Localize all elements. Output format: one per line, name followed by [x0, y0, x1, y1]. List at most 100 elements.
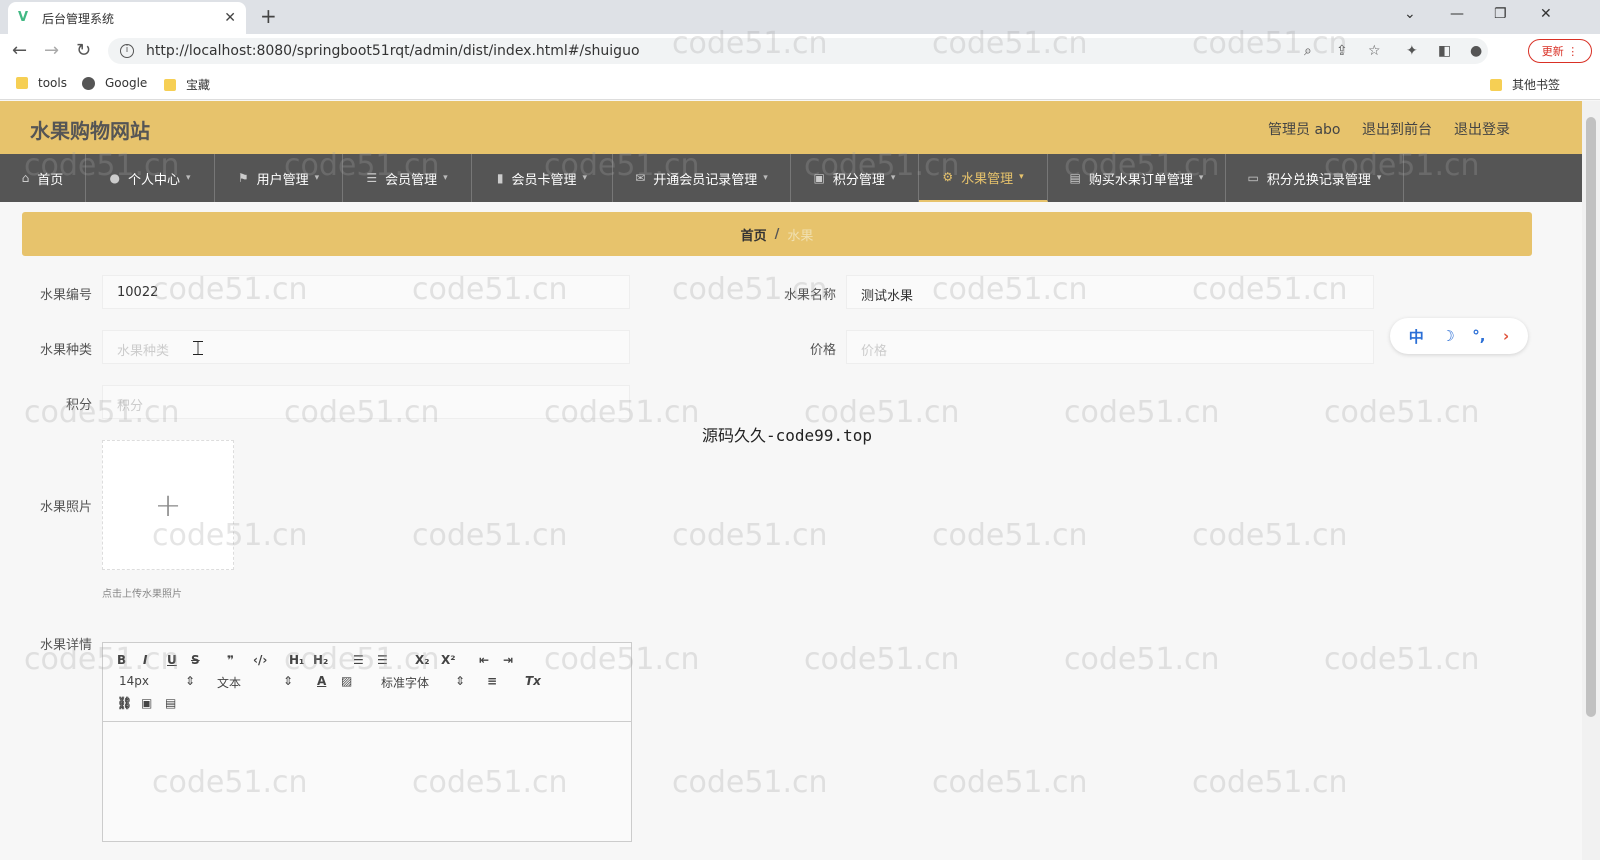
update-button[interactable]: 更新 ⋮ — [1528, 39, 1592, 63]
font-family-select[interactable]: 标准字体 — [381, 674, 429, 691]
chevron-down-icon: ▾ — [763, 173, 768, 183]
card-icon: ▭ — [1247, 171, 1259, 185]
bookmark-tools[interactable]: tools — [16, 76, 67, 90]
italic-icon[interactable]: I — [143, 653, 147, 667]
fruit-name-input[interactable]: 测试水果 — [846, 275, 1374, 309]
points-input[interactable]: 积分 — [102, 385, 630, 419]
gear-icon: ⚙ — [942, 170, 954, 184]
menu-points-exchange[interactable]: ▭ 积分兑换记录管理 ▾ — [1226, 154, 1404, 202]
globe-icon — [82, 76, 95, 90]
watermark: code51.cn — [672, 518, 828, 553]
menu-member-management[interactable]: ☰ 会员管理 ▾ — [343, 154, 472, 202]
bar-chart-icon: ▮ — [496, 171, 504, 185]
bold-icon[interactable]: B — [117, 653, 126, 667]
select-arrows-icon: ⇕ — [185, 674, 196, 688]
editor-content[interactable] — [103, 722, 631, 841]
fruit-code-input[interactable]: 10022 — [102, 275, 630, 309]
bookmark-star-icon[interactable]: ☆ — [1368, 43, 1381, 59]
clear-format-icon[interactable]: Tx — [525, 674, 541, 688]
points-label: 积分 — [65, 398, 92, 413]
forward-icon[interactable]: → — [44, 40, 59, 61]
reload-icon[interactable]: ↻ — [76, 40, 91, 61]
exit-to-front-link[interactable]: 退出到前台 — [1362, 119, 1432, 139]
chevron-down-icon: ▾ — [890, 173, 896, 183]
outdent-icon[interactable]: ⇤ — [479, 653, 489, 667]
menu-member-card-management[interactable]: ▮ 会员卡管理 ▾ — [472, 154, 613, 202]
chinese-mode-icon[interactable]: 中 — [1409, 326, 1424, 347]
folder-icon — [164, 78, 176, 91]
new-tab-button[interactable]: + — [260, 4, 277, 28]
fruit-type-input[interactable]: 水果种类 — [102, 330, 630, 364]
watermark: code51.cn — [1324, 395, 1480, 430]
extensions-icon[interactable]: ✦ — [1406, 43, 1418, 59]
photo-upload-button[interactable]: + — [102, 440, 234, 570]
video-icon[interactable]: ▤ — [165, 696, 176, 710]
align-icon[interactable]: ≡ — [487, 674, 497, 688]
chevron-down-icon: ▾ — [314, 173, 320, 183]
site-info-icon[interactable]: i — [120, 44, 134, 58]
text-style-select[interactable]: 文本 — [217, 674, 241, 691]
watermark: code51.cn — [1192, 518, 1348, 553]
back-icon[interactable]: ← — [12, 40, 27, 61]
header2-icon[interactable]: H₂ — [313, 653, 328, 667]
font-size-select[interactable]: 14px — [119, 674, 149, 688]
punctuation-icon[interactable]: °, — [1472, 327, 1485, 345]
superscript-icon[interactable]: X² — [441, 653, 456, 667]
image-icon[interactable]: ▣ — [141, 696, 152, 710]
menu-membership-records[interactable]: ✉ 开通会员记录管理 ▾ — [613, 154, 791, 202]
zoom-icon[interactable]: ⌕ — [1304, 43, 1312, 59]
window-close-icon[interactable]: ✕ — [1540, 6, 1552, 22]
menu-points-management[interactable]: ▣ 积分管理 ▾ — [791, 154, 919, 202]
menu-home[interactable]: ⌂ 首页 — [0, 154, 86, 202]
tab-search-icon[interactable]: ⌄ — [1404, 6, 1416, 22]
page-scrollbar[interactable] — [1582, 101, 1600, 860]
source-watermark: 源码久久-code99.top — [702, 426, 872, 445]
code-icon[interactable]: ‹/› — [253, 653, 267, 667]
minimize-icon[interactable]: — — [1450, 6, 1464, 22]
upload-tip: 点击上传水果照片 — [102, 589, 182, 600]
watermark: code51.cn — [412, 518, 568, 553]
url-field[interactable]: i http://localhost:8080/springboot51rqt/… — [108, 38, 1488, 64]
breadcrumb-home[interactable]: 首页 — [741, 225, 767, 244]
link-icon[interactable]: ⛓ — [117, 696, 132, 710]
bookmark-google[interactable]: Google — [82, 76, 147, 90]
profile-icon[interactable]: ● — [1470, 43, 1482, 59]
price-label: 价格 — [809, 343, 836, 358]
scrollbar-thumb[interactable] — [1586, 117, 1596, 717]
ordered-list-icon[interactable]: ☰ — [353, 653, 364, 667]
watermark: code51.cn — [1192, 765, 1348, 800]
share-icon[interactable]: ⇪ — [1336, 43, 1348, 59]
fruit-photo-label: 水果照片 — [39, 500, 92, 515]
quote-icon[interactable]: ❞ — [227, 653, 234, 667]
strike-icon[interactable]: S — [191, 653, 200, 667]
menu-user-management[interactable]: ⚑ 用户管理 ▾ — [215, 154, 343, 202]
bullet-list-icon[interactable]: ☰ — [377, 653, 388, 667]
close-tab-icon[interactable]: ✕ — [224, 10, 236, 26]
chevron-right-icon[interactable]: › — [1503, 327, 1509, 345]
indent-icon[interactable]: ⇥ — [503, 653, 513, 667]
select-arrows-icon: ⇕ — [455, 674, 466, 688]
header1-icon[interactable]: H₁ — [289, 653, 304, 667]
underline-icon[interactable]: U — [167, 653, 177, 667]
font-color-icon[interactable]: A — [317, 674, 326, 688]
ime-toolbar[interactable]: 中 ☽ °, › — [1390, 318, 1528, 354]
background-color-icon[interactable]: ▨ — [341, 674, 352, 688]
bookmark-treasure[interactable]: 宝藏 — [164, 76, 210, 93]
app-header: 水果购物网站 管理员 abo 退出到前台 退出登录 — [0, 101, 1582, 154]
watermark: code51.cn — [932, 518, 1088, 553]
side-panel-icon[interactable]: ◧ — [1438, 43, 1451, 59]
menu-fruit-orders[interactable]: ▤ 购买水果订单管理 ▾ — [1048, 154, 1226, 202]
browser-tab[interactable]: V 后台管理系统 ✕ — [8, 2, 246, 34]
moon-icon[interactable]: ☽ — [1441, 327, 1454, 345]
subscript-icon[interactable]: X₂ — [415, 653, 430, 667]
brand-title: 水果购物网站 — [30, 119, 150, 143]
logout-link[interactable]: 退出登录 — [1454, 119, 1510, 139]
menu-fruit-management[interactable]: ⚙ 水果管理 ▾ — [919, 154, 1048, 202]
bookmark-other[interactable]: 其他书签 — [1490, 76, 1560, 93]
plus-icon: + — [154, 486, 182, 524]
chevron-down-icon: ▾ — [185, 173, 191, 183]
price-input[interactable]: 价格 — [846, 330, 1374, 364]
menu-personal-center[interactable]: ● 个人中心 ▾ — [86, 154, 215, 202]
trash-icon: ▣ — [813, 171, 825, 185]
restore-icon[interactable]: ❐ — [1494, 6, 1507, 22]
